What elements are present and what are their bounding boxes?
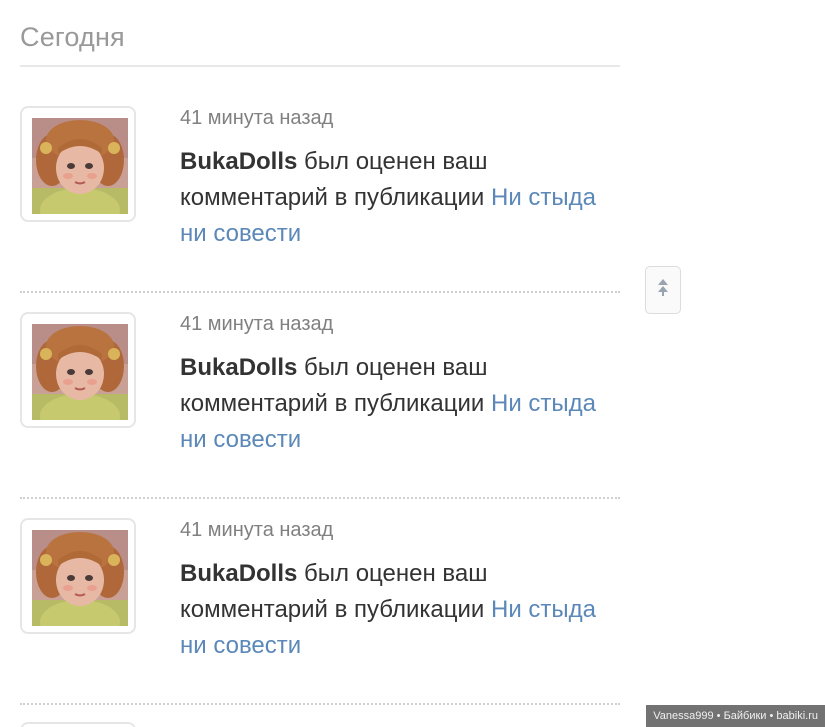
notification-message: BukaDolls был оценен ваш комментарий в п… bbox=[180, 350, 600, 458]
doll-avatar-icon bbox=[32, 324, 128, 420]
notification-user[interactable]: BukaDolls bbox=[180, 354, 297, 381]
notification-feed: 41 минута назад BukaDolls был оценен ваш… bbox=[20, 106, 620, 724]
row-divider bbox=[20, 703, 620, 705]
notification-time: 41 минута назад bbox=[180, 519, 334, 541]
notification-message: BukaDolls был оценен ваш комментарий в п… bbox=[180, 144, 600, 252]
notification-time: 41 минута назад bbox=[180, 107, 334, 129]
notification-item: 41 минута назад BukaDolls был оценен ваш… bbox=[20, 312, 620, 518]
row-divider bbox=[20, 291, 620, 293]
notification-item: 41 минута назад BukaDolls был оценен ваш… bbox=[20, 106, 620, 312]
doll-avatar-icon bbox=[32, 118, 128, 214]
user-avatar-link[interactable] bbox=[20, 106, 136, 222]
next-avatar-edge bbox=[20, 722, 136, 727]
section-divider bbox=[20, 65, 620, 67]
notifications-page: Сегодня 41 минута назад BukaDolls был оц… bbox=[0, 0, 825, 727]
doll-avatar-icon bbox=[32, 530, 128, 626]
section-title: Сегодня bbox=[20, 22, 125, 52]
user-avatar-link[interactable] bbox=[20, 518, 136, 634]
notification-time: 41 минута назад bbox=[180, 313, 334, 335]
notification-message: BukaDolls был оценен ваш комментарий в п… bbox=[180, 556, 600, 664]
notification-user[interactable]: BukaDolls bbox=[180, 560, 297, 587]
notification-item: 41 минута назад BukaDolls был оценен ваш… bbox=[20, 518, 620, 724]
double-arrow-up-icon bbox=[656, 278, 670, 303]
row-divider bbox=[20, 497, 620, 499]
watermark: Vanessa999 • Байбики • babiki.ru bbox=[646, 705, 825, 727]
user-avatar-link[interactable] bbox=[20, 312, 136, 428]
notification-user[interactable]: BukaDolls bbox=[180, 148, 297, 175]
scroll-to-top-button[interactable] bbox=[645, 266, 681, 314]
